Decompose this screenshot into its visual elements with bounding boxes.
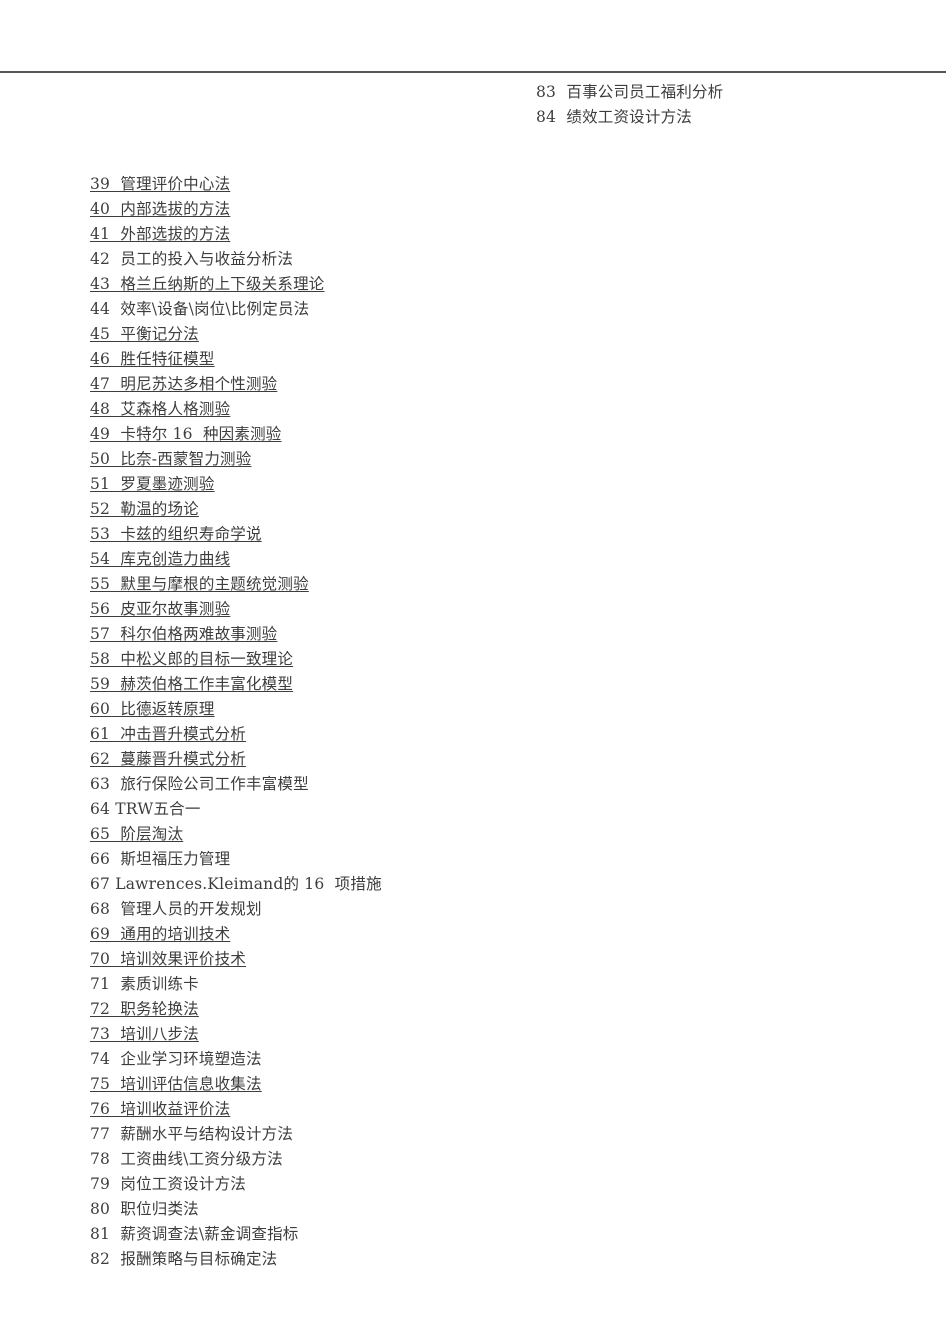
toc-entry[interactable]: 49 卡特尔 16 种因素测验 (90, 422, 870, 447)
toc-entry: 74 企业学习环境塑造法 (90, 1047, 870, 1072)
entry-label: 77 薪酬水平与结构设计方法 (90, 1125, 294, 1143)
toc-entry: 66 斯坦福压力管理 (90, 847, 870, 872)
toc-entry[interactable]: 56 皮亚尔故事测验 (90, 597, 870, 622)
entry-label: 74 企业学习环境塑造法 (90, 1050, 262, 1068)
toc-entry[interactable]: 62 蔓藤晋升模式分析 (90, 747, 870, 772)
header-rule-divider (0, 71, 946, 73)
entry-label: 82 报酬策略与目标确定法 (90, 1250, 278, 1268)
toc-entry-list: 39 管理评价中心法 40 内部选拔的方法 41 外部选拔的方法 42 员工的投入与收… (90, 172, 870, 1272)
toc-entry: 68 管理人员的开发规划 (90, 897, 870, 922)
entry-label: 47 明尼苏达多相个性测验 (90, 375, 278, 393)
toc-entry[interactable]: 57 科尔伯格两难故事测验 (90, 622, 870, 647)
entry-label: 68 管理人员的开发规划 (90, 900, 262, 918)
entry-label: 59 赫茨伯格工作丰富化模型 (90, 675, 294, 693)
entry-label: 61 冲击晋升模式分析 (90, 725, 246, 743)
toc-entry: 63 旅行保险公司工作丰富模型 (90, 772, 870, 797)
toc-entry: 78 工资曲线\工资分级方法 (90, 1147, 870, 1172)
toc-entry[interactable]: 40 内部选拔的方法 (90, 197, 870, 222)
toc-entry: 82 报酬策略与目标确定法 (90, 1247, 870, 1272)
toc-entry[interactable]: 55 默里与摩根的主题统觉测验 (90, 572, 870, 597)
entry-label: 39 管理评价中心法 (90, 175, 231, 193)
entry-label: 53 卡兹的组织寿命学说 (90, 525, 262, 543)
toc-entry[interactable]: 48 艾森格人格测验 (90, 397, 870, 422)
toc-entry: 71 素质训练卡 (90, 972, 870, 997)
toc-entry[interactable]: 41 外部选拔的方法 (90, 222, 870, 247)
entry-label: 48 艾森格人格测验 (90, 400, 231, 418)
toc-entry[interactable]: 43 格兰丘纳斯的上下级关系理论 (90, 272, 870, 297)
toc-entry[interactable]: 69 通用的培训技术 (90, 922, 870, 947)
entry-label: 69 通用的培训技术 (90, 925, 231, 943)
toc-entry[interactable]: 45 平衡记分法 (90, 322, 870, 347)
toc-entry[interactable]: 61 冲击晋升模式分析 (90, 722, 870, 747)
toc-entry[interactable]: 46 胜任特征模型 (90, 347, 870, 372)
toc-entry[interactable]: 59 赫茨伯格工作丰富化模型 (90, 672, 870, 697)
toc-entry: 79 岗位工资设计方法 (90, 1172, 870, 1197)
entry-label: 40 内部选拔的方法 (90, 200, 231, 218)
toc-entry: 77 薪酬水平与结构设计方法 (90, 1122, 870, 1147)
toc-entry: 42 员工的投入与收益分析法 (90, 247, 870, 272)
entry-label: 67 Lawrences.Kleimand的 16 项措施 (90, 875, 382, 893)
entry-label: 83 百事公司员工福利分析 (536, 83, 724, 101)
toc-entry: 44 效率\设备\岗位\比例定员法 (90, 297, 870, 322)
toc-entry[interactable]: 50 比奈-西蒙智力测验 (90, 447, 870, 472)
entry-label: 64 TRW五合一 (90, 800, 201, 818)
toc-entry[interactable]: 72 职务轮换法 (90, 997, 870, 1022)
toc-entry[interactable]: 51 罗夏墨迹测验 (90, 472, 870, 497)
entry-label: 71 素质训练卡 (90, 975, 199, 993)
entry-label: 46 胜任特征模型 (90, 350, 215, 368)
entry-label: 62 蔓藤晋升模式分析 (90, 750, 246, 768)
entry-label: 73 培训八步法 (90, 1025, 199, 1043)
entry-label: 51 罗夏墨迹测验 (90, 475, 215, 493)
entry-label: 54 库克创造力曲线 (90, 550, 231, 568)
entry-label: 81 薪资调查法\薪金调查指标 (90, 1225, 299, 1243)
toc-entry[interactable]: 75 培训评估信息收集法 (90, 1072, 870, 1097)
toc-entry[interactable]: 52 勒温的场论 (90, 497, 870, 522)
entry-label: 57 科尔伯格两难故事测验 (90, 625, 278, 643)
entry-label: 65 阶层淘汰 (90, 825, 184, 843)
entry-label: 49 卡特尔 16 种因素测验 (90, 425, 282, 443)
toc-entry: 80 职位归类法 (90, 1197, 870, 1222)
entry-label: 44 效率\设备\岗位\比例定员法 (90, 300, 310, 318)
document-page: { "page": { "background_color": "#ffffff… (0, 0, 950, 1344)
header-entry[interactable]: 84 绩效工资设计方法 (536, 105, 936, 130)
entry-label: 42 员工的投入与收益分析法 (90, 250, 294, 268)
entry-label: 60 比德返转原理 (90, 700, 215, 718)
entry-label: 50 比奈-西蒙智力测验 (90, 450, 252, 468)
entry-label: 79 岗位工资设计方法 (90, 1175, 246, 1193)
toc-entry[interactable]: 58 中松义郎的目标一致理论 (90, 647, 870, 672)
entry-label: 43 格兰丘纳斯的上下级关系理论 (90, 275, 325, 293)
toc-entry[interactable]: 73 培训八步法 (90, 1022, 870, 1047)
entry-label: 52 勒温的场论 (90, 500, 199, 518)
entry-label: 75 培训评估信息收集法 (90, 1075, 262, 1093)
running-header: 83 百事公司员工福利分析 84 绩效工资设计方法 (0, 0, 950, 132)
toc-entry[interactable]: 76 培训收益评价法 (90, 1097, 870, 1122)
entry-label: 72 职务轮换法 (90, 1000, 199, 1018)
entry-label: 80 职位归类法 (90, 1200, 199, 1218)
toc-entry: 81 薪资调查法\薪金调查指标 (90, 1222, 870, 1247)
toc-entry[interactable]: 47 明尼苏达多相个性测验 (90, 372, 870, 397)
entry-label: 45 平衡记分法 (90, 325, 199, 343)
entry-label: 56 皮亚尔故事测验 (90, 600, 231, 618)
toc-entry[interactable]: 60 比德返转原理 (90, 697, 870, 722)
toc-entry[interactable]: 70 培训效果评价技术 (90, 947, 870, 972)
entry-label: 41 外部选拔的方法 (90, 225, 231, 243)
entry-label: 66 斯坦福压力管理 (90, 850, 231, 868)
entry-label: 55 默里与摩根的主题统觉测验 (90, 575, 309, 593)
entry-label: 78 工资曲线\工资分级方法 (90, 1150, 283, 1168)
header-entry: 83 百事公司员工福利分析 (536, 80, 936, 105)
toc-entry[interactable]: 39 管理评价中心法 (90, 172, 870, 197)
toc-entry[interactable]: 54 库克创造力曲线 (90, 547, 870, 572)
toc-entry: 67 Lawrences.Kleimand的 16 项措施 (90, 872, 870, 897)
toc-entry[interactable]: 53 卡兹的组织寿命学说 (90, 522, 870, 547)
header-entry-list: 83 百事公司员工福利分析 84 绩效工资设计方法 (536, 80, 936, 130)
entry-label: 63 旅行保险公司工作丰富模型 (90, 775, 309, 793)
toc-entry: 64 TRW五合一 (90, 797, 870, 822)
entry-label: 84 绩效工资设计方法 (536, 108, 692, 126)
toc-entry[interactable]: 65 阶层淘汰 (90, 822, 870, 847)
entry-label: 58 中松义郎的目标一致理论 (90, 650, 294, 668)
entry-label: 70 培训效果评价技术 (90, 950, 246, 968)
entry-label: 76 培训收益评价法 (90, 1100, 231, 1118)
